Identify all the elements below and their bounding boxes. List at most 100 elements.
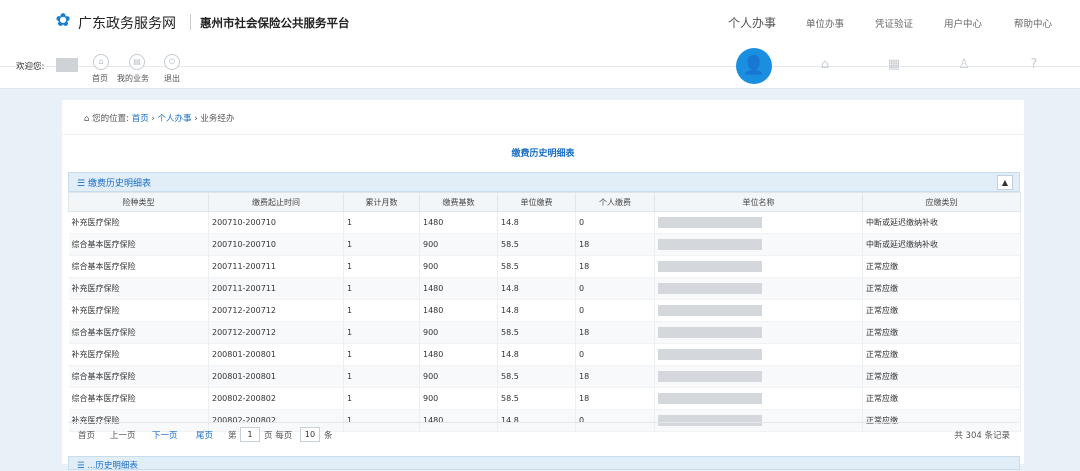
table-cell: 200801-200801 xyxy=(208,343,344,366)
table-cell: 1 xyxy=(343,299,420,322)
table-cell: 1 xyxy=(343,211,420,234)
table-cell: 900 xyxy=(419,387,498,410)
home-icon[interactable]: ⌂ xyxy=(93,54,109,70)
certificate-icon[interactable]: ▦ xyxy=(885,56,903,74)
next-page-button[interactable]: 下一页 xyxy=(152,429,178,441)
user-center-icon[interactable]: ♙ xyxy=(955,56,973,74)
table-cell: 200802-200802 xyxy=(208,387,344,410)
breadcrumb-home[interactable]: 首页 xyxy=(132,114,149,124)
nav-personal[interactable]: 个人办事 xyxy=(728,14,776,31)
table-cell: 58.5 xyxy=(497,255,576,278)
column-header[interactable]: 应缴类别 xyxy=(862,192,1021,212)
username-redacted xyxy=(56,58,78,72)
redaction-block xyxy=(658,239,762,250)
user-bar-line xyxy=(0,66,1080,67)
table-row[interactable]: 补充医疗保险 200712-200712 1 1480 14.8 0 正常应缴 xyxy=(68,299,1021,322)
table-cell: 200712-200712 xyxy=(208,299,344,322)
table-cell: 900 xyxy=(419,365,498,388)
table-row[interactable]: 综合基本医疗保险 200801-200801 1 900 58.5 18 正常应缴 xyxy=(68,365,1021,388)
table-cell: 14.8 xyxy=(497,343,576,366)
nav-user-center[interactable]: 用户中心 xyxy=(944,16,982,30)
company-icon[interactable]: ⌂ xyxy=(816,56,834,74)
table-cell: 200801-200801 xyxy=(208,365,344,388)
my-business-link[interactable]: 我的业务 xyxy=(117,73,149,84)
company-name-redacted xyxy=(654,255,863,278)
company-name-redacted xyxy=(654,387,863,410)
table-cell: 18 xyxy=(575,321,655,344)
pagination: 首页 上一页 下一页 尾页 第 1 页 每页 10 条 共 304 条记录 xyxy=(68,422,1018,445)
table-cell: 综合基本医疗保险 xyxy=(68,365,209,388)
table-cell: 14.8 xyxy=(497,211,576,234)
table-cell: 58.5 xyxy=(497,365,576,388)
next-panel-header: ☰ ...历史明细表 xyxy=(68,456,1020,471)
total-records: 共 304 条记录 xyxy=(954,431,1010,441)
logout-icon[interactable]: ⏻ xyxy=(164,54,180,70)
business-icon[interactable]: ▤ xyxy=(129,54,145,70)
breadcrumb-personal[interactable]: 个人办事 xyxy=(158,114,192,124)
table-cell: 0 xyxy=(575,277,655,300)
brand-name[interactable]: 广东政务服务网 xyxy=(78,13,176,33)
personal-user-icon[interactable]: 👤 xyxy=(736,48,772,84)
table-cell: 58.5 xyxy=(497,233,576,256)
breadcrumb: ⌂ 您的位置: 首页 › 个人办事 › 业务经办 xyxy=(84,112,234,124)
table-row[interactable]: 综合基本医疗保险 200710-200710 1 900 58.5 18 中断或延迟缴纳补收 xyxy=(68,233,1021,256)
company-name-redacted xyxy=(654,299,863,322)
prev-page-button[interactable]: 上一页 xyxy=(110,429,136,441)
table-cell: 中断或延迟缴纳补收 xyxy=(862,211,1021,234)
table-cell: 正常应缴 xyxy=(862,299,1021,322)
table-cell: 200711-200711 xyxy=(208,255,344,278)
first-page-button[interactable]: 首页 xyxy=(78,429,95,441)
home-link[interactable]: 首页 xyxy=(92,73,108,84)
last-page-button[interactable]: 尾页 xyxy=(196,429,213,441)
table-cell: 补充医疗保险 xyxy=(68,211,209,234)
welcome-text: 欢迎您: xyxy=(16,62,45,72)
user-bar xyxy=(0,46,1080,89)
table-cell: 1 xyxy=(343,343,420,366)
per-page-suffix: 条 xyxy=(324,431,333,441)
column-header[interactable]: 缴费起止时间 xyxy=(208,192,344,212)
nav-company[interactable]: 单位办事 xyxy=(806,16,844,30)
table-cell: 1 xyxy=(343,387,420,410)
table-row[interactable]: 补充医疗保险 200710-200710 1 1480 14.8 0 中断或延迟缴纳补收 xyxy=(68,211,1021,234)
help-icon[interactable]: ? xyxy=(1025,56,1043,74)
table-row[interactable]: 综合基本医疗保险 200802-200802 1 900 58.5 18 正常应缴 xyxy=(68,387,1021,410)
table-row[interactable]: 补充医疗保险 200801-200801 1 1480 14.8 0 正常应缴 xyxy=(68,343,1021,366)
redaction-block xyxy=(658,393,762,404)
page-prefix: 第 xyxy=(228,431,237,441)
column-header[interactable]: 单位名称 xyxy=(654,192,863,212)
table-cell: 18 xyxy=(575,365,655,388)
company-name-redacted xyxy=(654,211,863,234)
top-header: ✿ 广东政务服务网 惠州市社会保险公共服务平台 个人办事 单位办事 凭证验证 用… xyxy=(0,0,1080,46)
column-header[interactable]: 缴费基数 xyxy=(419,192,498,212)
table-cell: 900 xyxy=(419,321,498,344)
main-content: ⌂ 您的位置: 首页 › 个人办事 › 业务经办 缴费历史明细表 ☰ 缴费历史明… xyxy=(62,100,1024,471)
redaction-block xyxy=(658,371,762,382)
column-header[interactable]: 累计月数 xyxy=(343,192,420,212)
per-page-input[interactable]: 10 xyxy=(300,427,320,442)
table-cell: 1 xyxy=(343,233,420,256)
table-cell: 综合基本医疗保险 xyxy=(68,233,209,256)
panel-header: ☰ 缴费历史明细表 ▲ xyxy=(68,172,1020,192)
list-icon: ☰ xyxy=(77,461,88,471)
logout-link[interactable]: 退出 xyxy=(164,73,180,84)
table-cell: 正常应缴 xyxy=(862,255,1021,278)
guangdong-logo-icon: ✿ xyxy=(55,10,71,31)
column-header[interactable]: 单位缴费 xyxy=(497,192,576,212)
page-input[interactable]: 1 xyxy=(240,427,260,442)
table-row[interactable]: 综合基本医疗保险 200711-200711 1 900 58.5 18 正常应缴 xyxy=(68,255,1021,278)
nav-help[interactable]: 帮助中心 xyxy=(1014,16,1052,30)
breadcrumb-sep: › xyxy=(151,114,155,124)
home-small-icon: ⌂ xyxy=(84,114,93,124)
table-cell: 1 xyxy=(343,277,420,300)
table-cell: 综合基本医疗保险 xyxy=(68,387,209,410)
table-cell: 1480 xyxy=(419,211,498,234)
table-cell: 200712-200712 xyxy=(208,321,344,344)
table-row[interactable]: 综合基本医疗保险 200712-200712 1 900 58.5 18 正常应缴 xyxy=(68,321,1021,344)
nav-verify[interactable]: 凭证验证 xyxy=(875,16,913,30)
collapse-button[interactable]: ▲ xyxy=(997,175,1013,190)
column-header[interactable]: 险种类型 xyxy=(68,192,209,212)
table-row[interactable]: 补充医疗保险 200711-200711 1 1480 14.8 0 正常应缴 xyxy=(68,277,1021,300)
table-cell: 1480 xyxy=(419,299,498,322)
column-header[interactable]: 个人缴费 xyxy=(575,192,655,212)
panel-title: ☰ 缴费历史明细表 xyxy=(77,179,151,189)
